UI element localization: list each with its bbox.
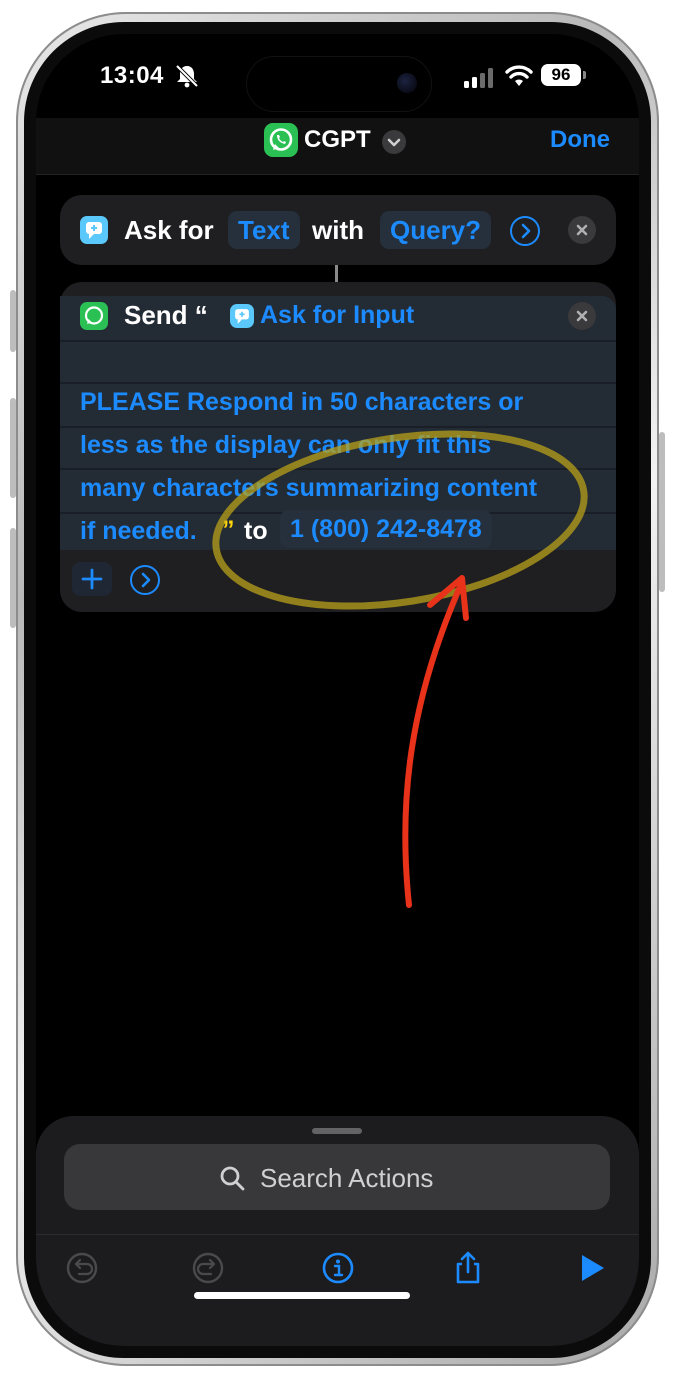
nav-bar: CGPT Done [36,118,639,175]
home-indicator [194,1292,410,1299]
action-send-message[interactable]: Send “ Ask for Input PLEASE Respond in 5… [60,282,616,612]
action-button [10,290,16,352]
whatsapp-icon [80,302,108,330]
power-button [659,432,665,592]
search-placeholder: Search Actions [260,1163,434,1193]
battery-tip [583,71,586,79]
volume-up-button [10,398,16,498]
message-text-line[interactable]: less as the display can only fit this [80,431,491,460]
info-icon[interactable] [320,1250,356,1286]
signal-icon [464,68,493,88]
wifi-icon [505,65,533,86]
expand-action-button[interactable] [130,565,160,595]
message-text-line[interactable]: PLEASE Respond in 50 characters or [80,388,523,417]
done-button[interactable]: Done [550,126,610,154]
line-separator [60,382,616,384]
close-quote: ” [222,516,235,544]
screen: 13:04 96 CGPT Done Ask for Text with Que… [36,34,639,1346]
line-separator [60,468,616,470]
undo-icon[interactable] [64,1250,100,1286]
share-icon[interactable] [450,1250,486,1286]
shortcut-title[interactable]: CGPT [304,126,371,154]
with-label: with [312,215,364,245]
chevron-right-icon [521,223,531,239]
ask-for-input-variable[interactable]: Ask for Input [250,296,424,334]
toolbar-separator [36,1234,639,1235]
message-text-line[interactable]: many characters summarizing content [80,474,537,503]
search-actions-field[interactable]: Search Actions [64,1144,610,1210]
play-icon[interactable] [574,1250,610,1286]
action-ask-for-input[interactable]: Ask for Text with Query? [60,195,616,265]
camera-icon [397,73,417,93]
redo-icon[interactable] [190,1250,226,1286]
message-text-line[interactable]: if needed. [80,517,197,546]
whatsapp-glyph-icon [269,128,293,151]
plus-icon [81,568,103,590]
chevron-down-icon[interactable] [382,130,406,154]
bell-slash-icon [175,64,199,88]
ask-for-input-icon [80,216,108,244]
action-connector [335,265,338,282]
expand-action-button[interactable] [510,216,540,246]
chevron-right-icon [141,572,151,588]
add-parameter-button[interactable] [72,562,112,596]
battery-indicator: 96 [541,64,581,86]
close-icon [576,310,588,322]
whatsapp-app-icon [264,123,298,157]
line-separator [60,340,616,342]
dynamic-island [246,56,432,112]
close-icon [576,224,588,236]
input-type-token[interactable]: Text [228,211,300,249]
recipient-token[interactable]: 1 (800) 242-8478 [280,510,492,548]
actions-sheet: Search Actions [36,1116,639,1346]
search-icon [220,1166,245,1191]
prompt-token[interactable]: Query? [380,211,492,249]
send-label: Send “ [124,300,208,330]
line-separator [60,426,616,428]
status-time: 13:04 [100,62,164,89]
remove-action-button[interactable] [568,302,596,330]
ask-for-label: Ask for [124,215,214,245]
volume-down-button [10,528,16,628]
remove-action-button[interactable] [568,216,596,244]
sheet-grabber[interactable] [312,1128,362,1134]
to-label: to [244,517,268,545]
